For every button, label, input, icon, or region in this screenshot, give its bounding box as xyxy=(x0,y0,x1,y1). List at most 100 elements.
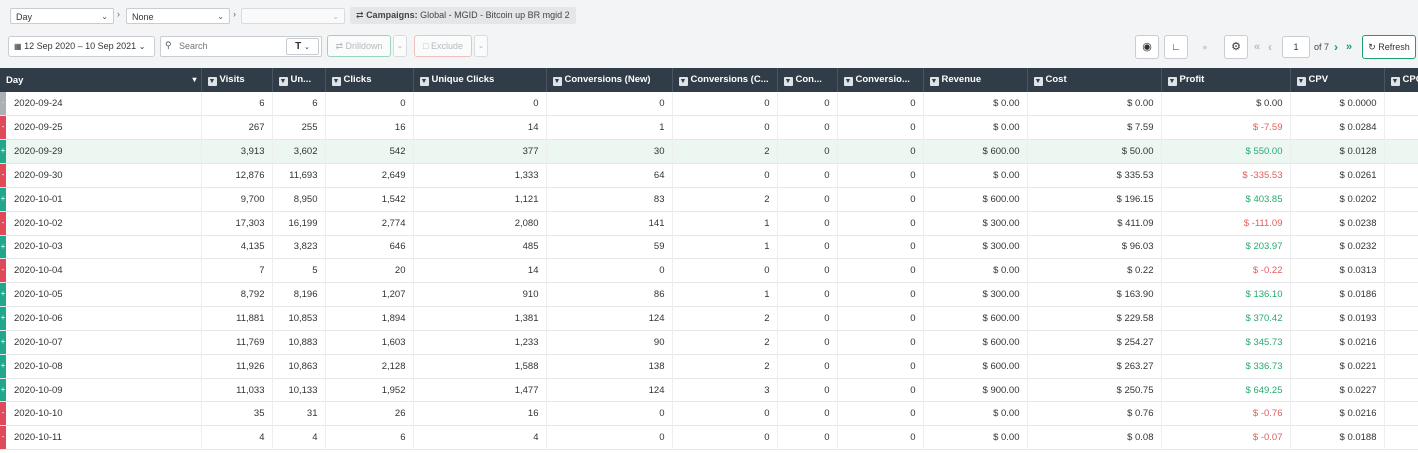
column-header-revenue[interactable]: ▼ Revenue xyxy=(923,68,1028,92)
cell-value: 2020-10-03 xyxy=(14,241,63,253)
expand-indicator-icon[interactable]: + xyxy=(0,283,6,307)
cell-value: $ 345.73 xyxy=(1245,336,1283,348)
column-header-cost[interactable]: ▼ Cost xyxy=(1027,68,1162,92)
search-input[interactable] xyxy=(177,40,281,52)
column-header-visits[interactable]: ▼ Visits xyxy=(201,68,273,92)
table-row[interactable]: +2020-10-03 4,135 3,823 646 485 59 1 0 0 $ 300.00… xyxy=(0,235,1418,259)
table-row[interactable]: -2020-10-02 17,303 16,199 2,774 2,080 141 1 0 0 $… xyxy=(0,211,1418,236)
collapse-indicator-icon[interactable]: - xyxy=(0,116,6,140)
filter-icon[interactable]: ▼ xyxy=(1390,77,1400,86)
refresh-button[interactable]: ↻ Refresh xyxy=(1362,35,1416,59)
cell-value: $ 0.00 xyxy=(993,169,1020,181)
expand-indicator-icon[interactable]: + xyxy=(0,354,6,378)
filter-icon[interactable]: ▼ xyxy=(1167,77,1177,86)
collapse-indicator-icon[interactable]: - xyxy=(0,211,6,235)
groupby-select-3[interactable]: ⌄ xyxy=(241,8,345,24)
table-row[interactable]: · 2020-09-24 6 6 0 0 0 0 0 0 $ 0.00 $ 0.00 $ 0.00 $ 0… xyxy=(0,92,1418,116)
expand-indicator-icon[interactable]: + xyxy=(0,307,6,330)
table-row[interactable]: -2020-09-30 12,876 11,693 2,649 1,333 64 0 0 0 $ … xyxy=(0,163,1418,188)
filter-icon[interactable]: ▼ xyxy=(843,77,853,86)
settings-button[interactable]: ⚙ xyxy=(1224,35,1248,59)
table-cell-revenue: $ 300.00 xyxy=(923,282,1028,307)
column-header-unique-visits[interactable]: ▼ Un... xyxy=(272,68,326,92)
page-number-input[interactable]: 1 xyxy=(1282,36,1310,58)
filter-icon[interactable]: ▼ xyxy=(419,77,429,86)
comment-button[interactable]: ● xyxy=(1193,35,1217,59)
cell-value: 30 xyxy=(653,146,665,158)
cell-value: 2,774 xyxy=(381,217,406,229)
collapse-indicator-icon[interactable]: - xyxy=(0,164,6,187)
table-row[interactable]: -2020-10-10 35 31 26 16 0 0 0 0 $ 0.00 $ 0.76 $ -0.… xyxy=(0,401,1418,426)
column-header-profit[interactable]: ▼ Profit xyxy=(1161,68,1291,92)
table-row[interactable]: +2020-10-06 11,881 10,853 1,894 1,381 124 2 0 0 $… xyxy=(0,306,1418,331)
next-page-icon[interactable]: › xyxy=(1334,40,1338,54)
collapse-indicator-icon[interactable]: - xyxy=(0,259,6,283)
column-header-day[interactable]: Day ▾ xyxy=(0,68,202,92)
cell-value: 377 xyxy=(522,146,539,158)
table-cell-visits: 4,135 xyxy=(201,235,273,259)
table-row[interactable]: +2020-10-01 9,700 8,950 1,542 1,121 83 2 0 0 $ 60… xyxy=(0,187,1418,212)
filter-icon[interactable]: ▼ xyxy=(678,77,688,86)
expand-indicator-icon[interactable]: + xyxy=(0,187,6,211)
groupby-select-1[interactable]: Day ⌄ xyxy=(10,8,114,24)
cell-value: 3,602 xyxy=(293,146,318,158)
table-row[interactable]: +2020-09-29 3,913 3,602 542 377 30 2 0 0 $ 600.00… xyxy=(0,139,1418,164)
column-header-unique-clicks[interactable]: ▼ Unique Clicks xyxy=(413,68,547,92)
last-page-icon[interactable]: » xyxy=(1346,41,1352,53)
first-page-icon[interactable]: « xyxy=(1254,41,1260,53)
drilldown-dropdown[interactable]: ⌄ xyxy=(393,35,407,57)
date-range-picker[interactable]: ▦ 12 Sep 2020 – 10 Sep 2021 ⌄ xyxy=(8,36,155,57)
cell-value: $ 600.00 xyxy=(982,146,1020,158)
filter-icon[interactable]: ▼ xyxy=(929,77,939,86)
cell-value: 11,769 xyxy=(236,336,265,348)
filter-icon[interactable]: ▼ xyxy=(552,77,562,86)
chart-button[interactable]: ∟ xyxy=(1164,35,1188,59)
exclude-dropdown[interactable]: ⌄ xyxy=(474,35,488,57)
column-header-cpc[interactable]: ▼CPC xyxy=(1384,68,1418,92)
table-row[interactable]: -2020-09-25 267 255 16 14 1 0 0 0 $ 0.00 $ 7.59 $ -… xyxy=(0,115,1418,140)
filter-icon[interactable]: ▼ xyxy=(207,77,217,86)
column-header-clicks[interactable]: ▼ Clicks xyxy=(325,68,414,92)
campaign-breadcrumb[interactable]: ⇄ Campaigns: Global - MGID - Bitcoin up … xyxy=(350,7,576,24)
text-filter-toggle[interactable]: T ⌄ xyxy=(286,38,319,55)
filter-icon[interactable]: ▼ xyxy=(331,77,341,86)
cell-value: $ 0.00 xyxy=(993,98,1020,110)
previous-page-icon[interactable]: ‹ xyxy=(1268,40,1272,54)
column-header-cpv[interactable]: ▼ CPV xyxy=(1290,68,1385,92)
expand-indicator-icon[interactable]: + xyxy=(0,330,6,354)
column-header-conversions-c[interactable]: ▼ Conversions (C... xyxy=(672,68,778,92)
table-row[interactable]: +2020-10-05 8,792 8,196 1,207 910 86 1 0 0 $ 300.… xyxy=(0,282,1418,307)
filter-icon[interactable]: ▼ xyxy=(783,77,793,86)
filter-icon[interactable]: ▼ xyxy=(1033,77,1043,86)
table-cell-cpc xyxy=(1384,235,1418,259)
expand-indicator-icon[interactable]: + xyxy=(0,140,6,164)
table-row[interactable]: -2020-10-11 4 4 6 4 0 0 0 0 $ 0.00 $ 0.08 $ -0.07 $ … xyxy=(0,425,1418,450)
drilldown-button[interactable]: ⇄ Drilldown xyxy=(327,35,391,57)
search-box[interactable]: ⚲ T ⌄ xyxy=(160,36,322,57)
expand-indicator-icon[interactable]: + xyxy=(0,235,6,259)
table-cell-visits: 11,769 xyxy=(201,330,273,355)
table-row[interactable]: +2020-10-08 11,926 10,863 2,128 1,588 138 2 0 0 $… xyxy=(0,354,1418,379)
table-cell-profit: $ 649.25 xyxy=(1161,378,1291,402)
table-cell-clicks: 0 xyxy=(325,92,414,116)
table-row[interactable]: +2020-10-07 11,769 10,883 1,603 1,233 90 2 0 0 $ … xyxy=(0,330,1418,355)
column-header-conversions-other[interactable]: ▼ Conversio... xyxy=(837,68,924,92)
table-cell-cpc xyxy=(1384,354,1418,379)
chevron-down-icon[interactable]: ▾ xyxy=(192,75,196,84)
column-header-conversions-new[interactable]: ▼ Conversions (New) xyxy=(546,68,673,92)
table-cell-con: 0 xyxy=(777,306,838,331)
expand-indicator-icon[interactable]: + xyxy=(0,378,6,402)
collapse-indicator-icon[interactable]: - xyxy=(0,402,6,426)
cell-value: 0 xyxy=(910,289,916,301)
filter-icon[interactable]: ▼ xyxy=(278,77,288,86)
table-row[interactable]: -2020-10-04 7 5 20 14 0 0 0 0 $ 0.00 $ 0.22 $ -0.22… xyxy=(0,258,1418,283)
collapse-indicator-icon[interactable]: · xyxy=(0,92,6,116)
exclude-button[interactable]: □ Exclude xyxy=(414,35,472,57)
filter-icon[interactable]: ▼ xyxy=(1296,77,1306,86)
preview-button[interactable]: ◉ xyxy=(1135,35,1159,59)
collapse-indicator-icon[interactable]: - xyxy=(0,426,6,450)
cell-value: 3,913 xyxy=(240,146,265,158)
table-row[interactable]: +2020-10-09 11,033 10,133 1,952 1,477 124 3 0 0 $… xyxy=(0,378,1418,402)
column-header-con[interactable]: ▼ Con... xyxy=(777,68,838,92)
groupby-select-2[interactable]: None ⌄ xyxy=(126,8,230,24)
